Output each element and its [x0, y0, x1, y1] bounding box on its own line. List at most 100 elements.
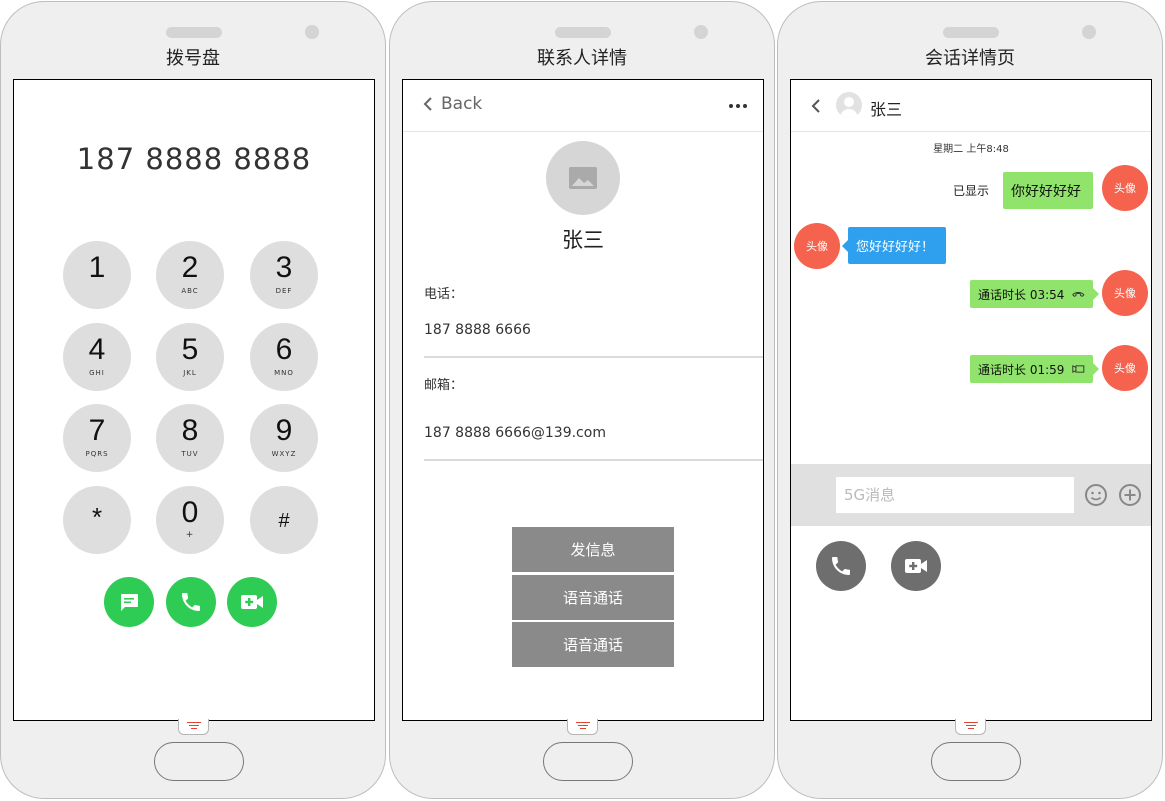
front-camera	[305, 25, 319, 39]
home-button[interactable]	[931, 742, 1021, 781]
phone-value[interactable]: 187 8888 6666	[424, 322, 531, 338]
emoji-icon[interactable]	[1084, 483, 1108, 507]
more-options-button[interactable]	[729, 104, 747, 108]
avatar[interactable]: 头像	[1102, 270, 1148, 316]
key-letters: GHI	[89, 369, 105, 377]
divider	[424, 459, 763, 461]
voice-call-button[interactable]	[816, 541, 866, 591]
more-dot	[736, 104, 740, 108]
menu-icon	[576, 722, 590, 729]
page-title: 联系人详情	[537, 48, 627, 69]
key-digit: 5	[181, 333, 199, 366]
video-call-button[interactable]	[891, 541, 941, 591]
video-call-button[interactable]	[227, 577, 277, 627]
video-call-icon	[1072, 365, 1085, 373]
key-letters: TUV	[181, 450, 199, 458]
send-message-button[interactable]	[104, 577, 154, 627]
video-add-icon	[241, 595, 263, 609]
page-title: 会话详情页	[925, 48, 1015, 69]
home-button[interactable]	[154, 742, 244, 781]
message-input[interactable]	[836, 477, 1074, 513]
key-digit: 1	[88, 251, 106, 284]
more-dot	[743, 104, 747, 108]
phone-icon	[832, 557, 850, 575]
contact-header: Back	[403, 80, 763, 132]
divider	[424, 356, 763, 358]
message-bubble-sent[interactable]: 你好好好好	[1003, 172, 1093, 209]
avatar-body	[840, 109, 858, 118]
send-message-button[interactable]: 发信息	[512, 527, 674, 572]
menu-tab[interactable]	[567, 719, 598, 735]
image-placeholder-icon	[569, 167, 597, 189]
back-label: Back	[441, 94, 483, 114]
message-input-bar	[791, 464, 1151, 526]
voice-call-button[interactable]: 语音通话	[512, 575, 674, 620]
key-digit: 4	[88, 333, 106, 366]
dialed-number: 187 8888 8888	[76, 142, 312, 176]
contact-name: 张三	[562, 228, 604, 252]
dial-key-7[interactable]: 7 PQRS	[63, 404, 131, 472]
key-digit: 8	[181, 414, 199, 447]
call-record-bubble[interactable]: 通话时长 03:54	[970, 280, 1099, 308]
phone-icon	[182, 593, 200, 611]
back-button[interactable]: Back	[423, 94, 482, 114]
key-letters: WXYZ	[271, 450, 297, 458]
dial-key-0[interactable]: 0 +	[156, 486, 224, 554]
key-letters: JKL	[183, 369, 197, 377]
speaker-grille	[943, 27, 999, 38]
add-icon[interactable]	[1118, 483, 1142, 507]
menu-tab[interactable]	[955, 719, 986, 735]
menu-tab[interactable]	[178, 719, 209, 735]
avatar[interactable]: 头像	[1102, 345, 1148, 391]
speaker-grille	[166, 27, 222, 38]
avatar[interactable]: 头像	[794, 223, 840, 269]
message-bubble-received[interactable]: 您好好好好！	[842, 227, 946, 264]
dial-key-3[interactable]: 3 DEF	[250, 241, 318, 309]
dial-key-5[interactable]: 5 JKL	[156, 323, 224, 391]
page-title: 拨号盘	[166, 48, 220, 69]
key-letters: MNO	[274, 369, 294, 377]
dial-key-8[interactable]: 8 TUV	[156, 404, 224, 472]
key-digit: 3	[275, 251, 293, 284]
dial-key-hash[interactable]: #	[250, 486, 318, 554]
dial-key-9[interactable]: 9 WXYZ	[250, 404, 318, 472]
dial-key-4[interactable]: 4 GHI	[63, 323, 131, 391]
avatar-head	[844, 97, 854, 107]
email-value[interactable]: 187 8888 6666@139.com	[424, 425, 606, 441]
message-icon	[121, 594, 138, 611]
key-digit: #	[278, 510, 290, 532]
dial-key-2[interactable]: 2 ABC	[156, 241, 224, 309]
key-digit: 9	[275, 414, 293, 447]
dial-key-1[interactable]: 1	[63, 241, 131, 309]
more-dot	[729, 104, 733, 108]
front-camera	[694, 25, 708, 39]
dial-key-star[interactable]: *	[63, 486, 131, 554]
home-button[interactable]	[543, 742, 633, 781]
chat-screen: 张三 星期二 上午8:48 已显示 你好好好好 头像 头像 您好好好好！ 通话时…	[790, 79, 1152, 721]
key-digit: 6	[275, 333, 293, 366]
chat-header: 张三	[791, 80, 1151, 132]
email-label: 邮箱：	[424, 378, 464, 393]
key-digit: *	[91, 502, 103, 532]
avatar[interactable]: 头像	[1102, 165, 1148, 211]
voice-call-button-2[interactable]: 语音通话	[512, 622, 674, 667]
dialer-screen: 187 8888 8888 1 2 ABC 3 DEF 4 GHI 5 JKL 6 MNO…	[13, 79, 375, 721]
voice-call-button[interactable]	[166, 577, 216, 627]
phone-frame-contact: 联系人详情 Back 张三 电话： 187 8888 6666 邮箱： 187 …	[389, 1, 775, 799]
read-status: 已显示	[953, 184, 990, 198]
key-letters: DEF	[275, 287, 293, 295]
chevron-left-icon	[811, 99, 820, 113]
phone-frame-dialer: 拨号盘 187 8888 8888 1 2 ABC 3 DEF 4 GHI 5 JKL …	[0, 1, 386, 799]
dial-key-6[interactable]: 6 MNO	[250, 323, 318, 391]
menu-icon	[187, 722, 201, 729]
call-record-bubble[interactable]: 通话时长 01:59	[970, 355, 1099, 383]
contact-avatar[interactable]	[836, 92, 862, 118]
key-letters: PQRS	[85, 450, 109, 458]
key-letters: ABC	[181, 287, 199, 295]
call-duration: 通话时长 03:54	[978, 287, 1065, 302]
phone-frame-chat: 会话详情页 张三 星期二 上午8:48 已显示 你好好好好 头像 头像 您好好好…	[777, 1, 1163, 799]
speaker-grille	[555, 27, 611, 38]
video-add-icon	[905, 559, 927, 573]
contact-name: 张三	[870, 100, 903, 119]
back-button[interactable]	[811, 98, 821, 118]
